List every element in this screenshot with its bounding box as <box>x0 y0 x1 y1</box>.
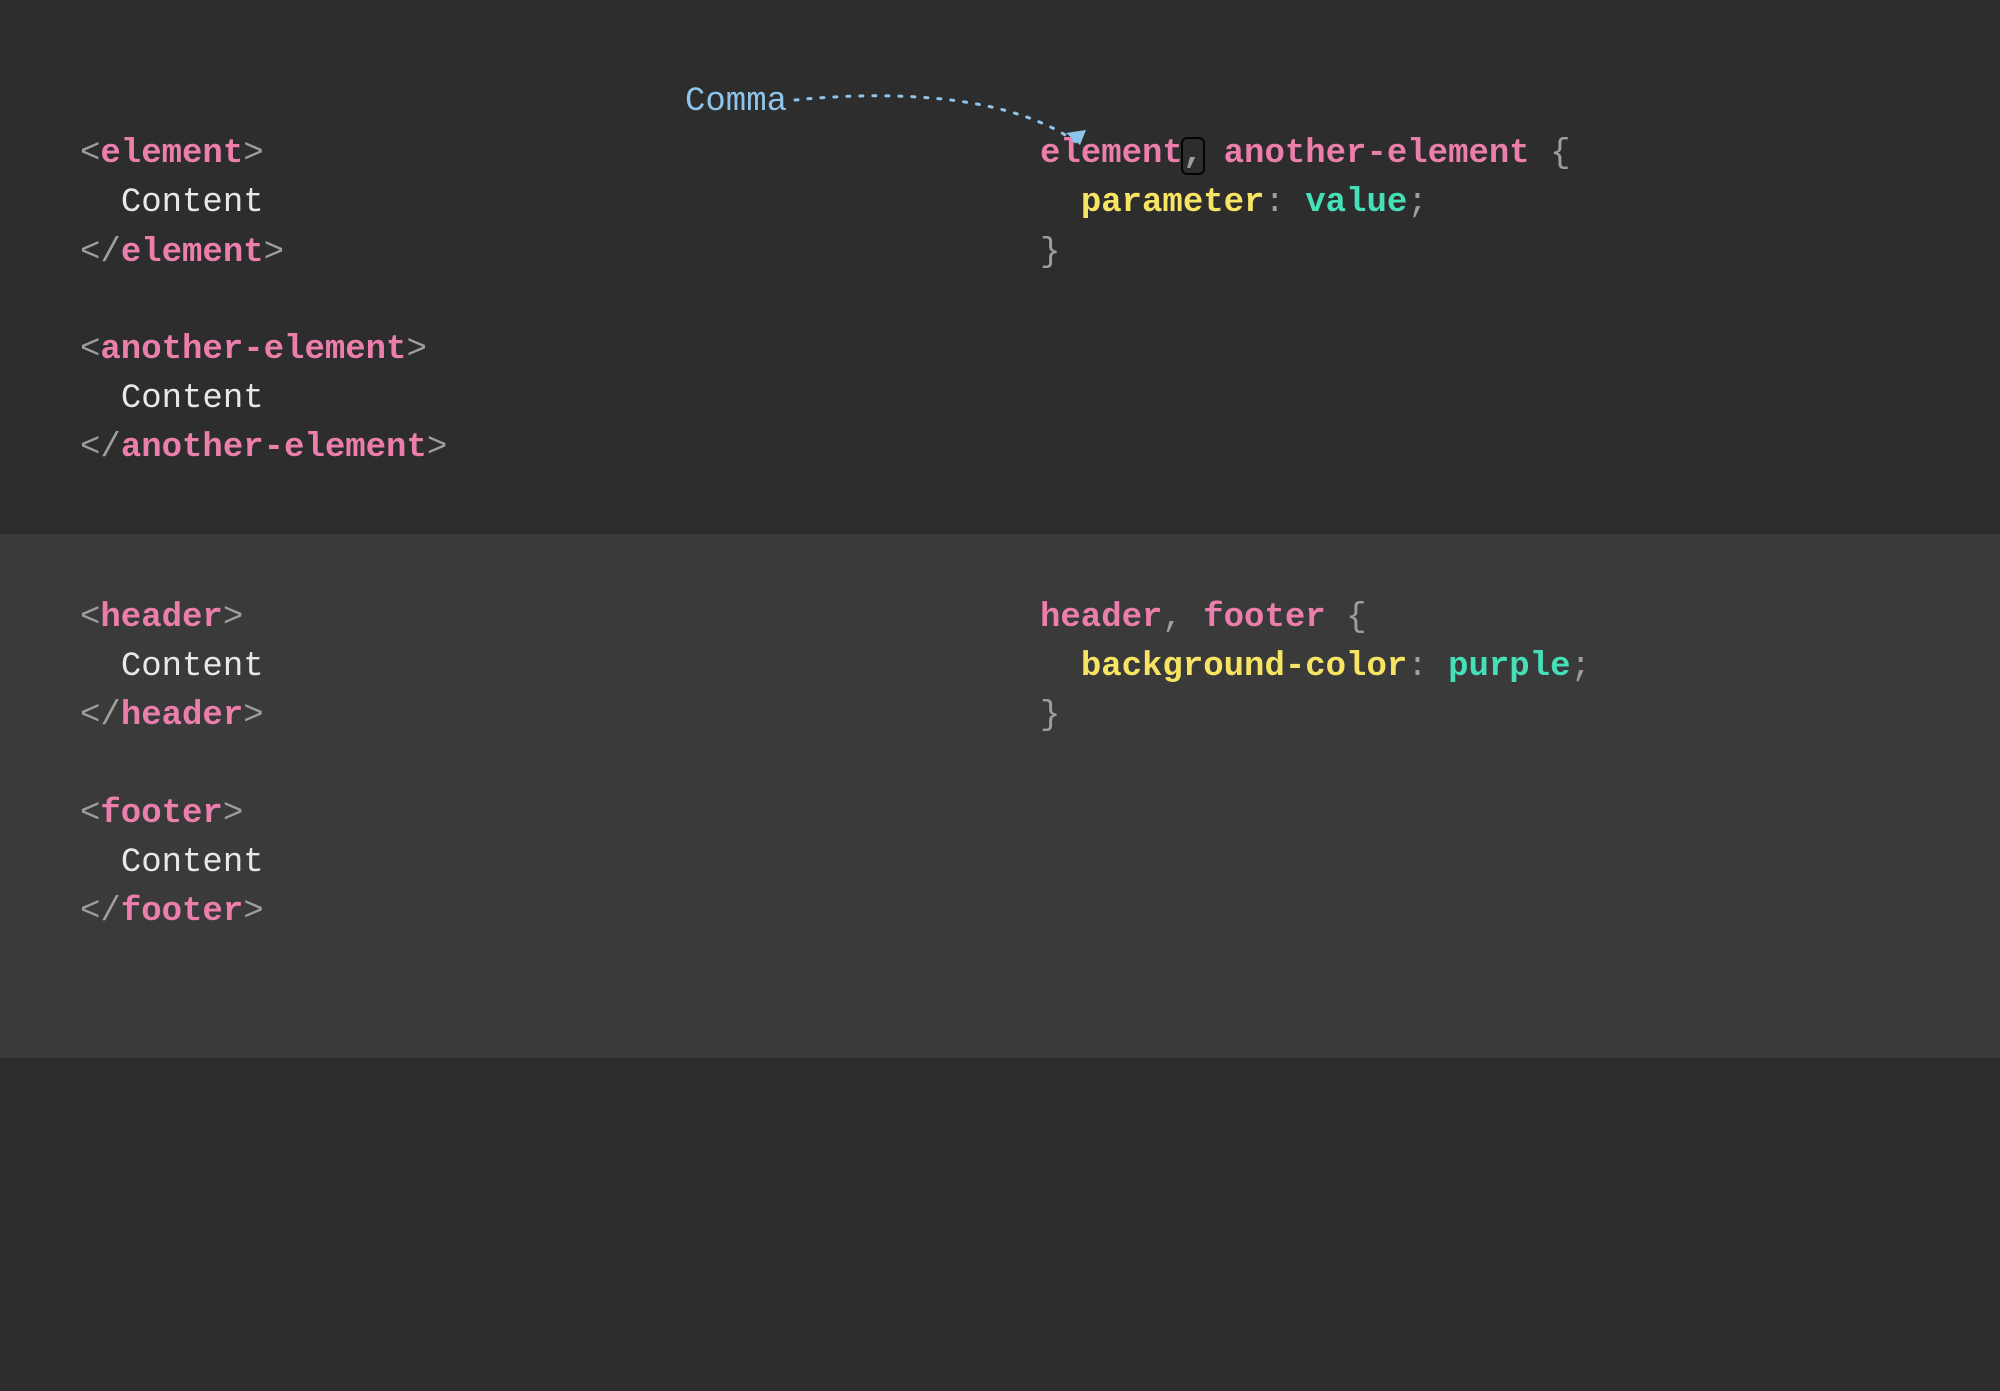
element-content: Content <box>121 380 264 418</box>
slash: / <box>100 893 120 931</box>
css-rule-header-footer: header, footer { background-color: purpl… <box>1040 594 1920 742</box>
brace-close: } <box>1040 234 1060 272</box>
angle-close: > <box>264 234 284 272</box>
angle-close: > <box>223 599 243 637</box>
brace-open: { <box>1550 135 1570 173</box>
selector-1: header <box>1040 599 1162 637</box>
brace-close: } <box>1040 697 1060 735</box>
angle-close: > <box>406 331 426 369</box>
slash: / <box>100 697 120 735</box>
slash: / <box>100 234 120 272</box>
html-column-bottom: <header> Content </header> <footer> Cont… <box>80 594 1000 938</box>
angle-open: < <box>80 429 100 467</box>
css-column-bottom: header, footer { background-color: purpl… <box>1000 594 1920 742</box>
html-block-footer: <footer> Content </footer> <box>80 790 960 938</box>
selector-comma: , <box>1183 135 1203 173</box>
semicolon: ; <box>1407 184 1427 222</box>
selector-2: another-element <box>1224 135 1530 173</box>
element-content: Content <box>121 184 264 222</box>
example-header-footer-row: <header> Content </header> <footer> Cont… <box>0 534 2000 1058</box>
angle-open: < <box>80 135 100 173</box>
css-column-top: element, another-element { parameter: va… <box>1000 130 1920 278</box>
element-content: Content <box>121 648 264 686</box>
selector-2: footer <box>1203 599 1325 637</box>
selector-comma: , <box>1162 599 1182 637</box>
angle-close: > <box>427 429 447 467</box>
angle-open: < <box>80 697 100 735</box>
colon: : <box>1264 184 1284 222</box>
slash: / <box>100 429 120 467</box>
tag-name: header <box>100 599 222 637</box>
angle-close: > <box>243 893 263 931</box>
css-property: parameter <box>1081 184 1265 222</box>
tag-name: header <box>121 697 243 735</box>
angle-close: > <box>243 135 263 173</box>
html-block-another-element: <another-element> Content </another-elem… <box>80 326 960 474</box>
css-property: background-color <box>1081 648 1407 686</box>
example-generic-row: <element> Content </element> <another-el… <box>0 0 2000 534</box>
brace-open: { <box>1346 599 1366 637</box>
selector-1: element <box>1040 135 1183 173</box>
semicolon: ; <box>1571 648 1591 686</box>
element-content: Content <box>121 844 264 882</box>
tag-name: footer <box>121 893 243 931</box>
tag-name: element <box>121 234 264 272</box>
css-rule-generic: element, another-element { parameter: va… <box>1040 130 1920 278</box>
angle-open: < <box>80 795 100 833</box>
annotation-label: Comma <box>685 83 787 121</box>
tag-name: element <box>100 135 243 173</box>
tag-name: another-element <box>121 429 427 467</box>
colon: : <box>1407 648 1427 686</box>
angle-open: < <box>80 893 100 931</box>
angle-close: > <box>223 795 243 833</box>
code-diagram: <element> Content </element> <another-el… <box>0 0 2000 1391</box>
tag-name: another-element <box>100 331 406 369</box>
html-block-header: <header> Content </header> <box>80 594 960 742</box>
html-block-element: <element> Content </element> <box>80 130 960 278</box>
angle-open: < <box>80 599 100 637</box>
css-value: purple <box>1448 648 1570 686</box>
angle-open: < <box>80 331 100 369</box>
angle-close: > <box>243 697 263 735</box>
angle-open: < <box>80 234 100 272</box>
tag-name: footer <box>100 795 222 833</box>
css-value: value <box>1305 184 1407 222</box>
html-column-top: <element> Content </element> <another-el… <box>80 130 1000 474</box>
